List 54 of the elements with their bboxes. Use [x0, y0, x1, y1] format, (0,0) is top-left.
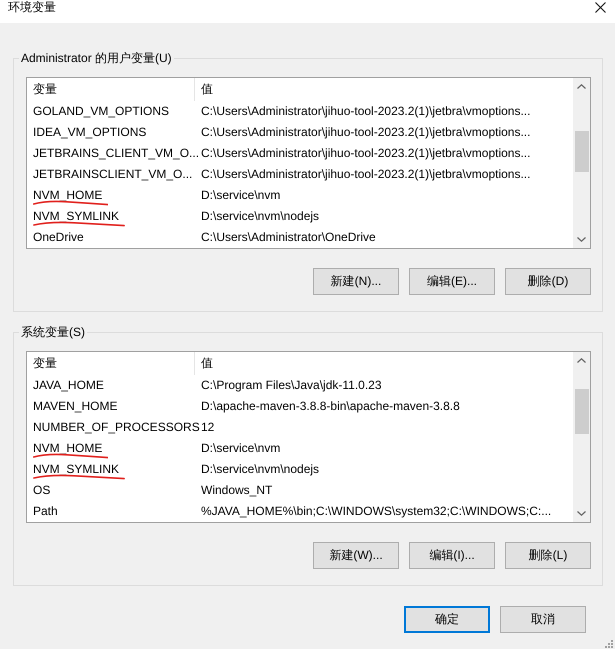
dialog-button[interactable]: 取消 [500, 606, 586, 633]
variable-value: Windows_NT [201, 483, 272, 497]
action-button[interactable]: 新建(N)... [313, 268, 399, 295]
chevron-down-icon[interactable] [577, 511, 586, 516]
variable-name: NVM_SYMLINK [33, 209, 120, 223]
window-title: 环境变量 [8, 0, 56, 14]
close-icon [595, 2, 606, 13]
close-button[interactable] [595, 2, 606, 13]
variable-value: D:\service\nvm [201, 441, 280, 455]
scrollbar-thumb[interactable] [574, 131, 588, 172]
variable-value: C:\Program Files\Java\jdk-11.0.23 [201, 378, 382, 392]
scrollbar[interactable] [573, 352, 590, 522]
action-button[interactable]: 编辑(E)... [409, 268, 495, 295]
scrollbar-thumb[interactable] [574, 389, 588, 434]
variable-value: D:\service\nvm [201, 188, 280, 202]
column-header[interactable]: 值 [195, 78, 573, 101]
variable-value: D:\service\nvm\nodejs [201, 462, 320, 476]
variable-name: NVM_HOME [33, 188, 102, 202]
variable-name: NVM_SYMLINK [33, 462, 120, 476]
scrollbar[interactable] [573, 78, 590, 248]
variable-value: 12 [201, 420, 214, 434]
variable-value: C:\Users\Administrator\jihuo-tool-2023.2(1)\jetbra\vmoptions... [201, 146, 530, 160]
variable-name: MAVEN_HOME [33, 399, 118, 413]
column-header[interactable]: 值 [195, 352, 573, 375]
variable-value: D:\apache-maven-3.8.8-bin\apache-maven-3.8.8 [201, 399, 460, 413]
action-button[interactable]: 新建(W)... [313, 542, 399, 569]
chevron-up-icon[interactable] [577, 358, 586, 363]
variable-value: C:\Users\Administrator\OneDrive [201, 230, 376, 244]
variable-name: IDEA_VM_OPTIONS [33, 125, 146, 139]
variable-name: OneDrive [33, 230, 84, 244]
column-header[interactable]: 变量 [27, 78, 195, 101]
variable-name: NVM_HOME [33, 441, 102, 455]
variable-value: C:\Users\Administrator\jihuo-tool-2023.2(1)\jetbra\vmoptions... [201, 125, 530, 139]
default-button[interactable]: 确定 [404, 606, 490, 633]
variable-name: NUMBER_OF_PROCESSORS [33, 420, 200, 434]
chevron-down-icon[interactable] [577, 237, 586, 242]
variable-name: OS [33, 483, 50, 497]
variable-value: C:\Users\Administrator\jihuo-tool-2023.2(1)\jetbra\vmoptions... [201, 167, 530, 181]
variable-name: JETBRAINSCLIENT_VM_O... [33, 167, 192, 181]
variable-value: %JAVA_HOME%\bin;C:\WINDOWS\system32;C:\WINDOWS;C:... [201, 504, 552, 518]
group-label: 系统变量(S) [20, 324, 86, 340]
variable-name: GOLAND_VM_OPTIONS [33, 104, 170, 118]
action-button[interactable]: 编辑(I)... [409, 542, 495, 569]
action-button[interactable]: 删除(L) [505, 542, 591, 569]
action-button[interactable]: 删除(D) [505, 268, 591, 295]
variable-value: C:\Users\Administrator\jihuo-tool-2023.2(1)\jetbra\vmoptions... [201, 104, 530, 118]
group-label: Administrator 的用户变量(U) [20, 50, 173, 66]
column-header[interactable]: 变量 [27, 352, 195, 375]
variable-name: Path [33, 504, 58, 518]
variable-name: JAVA_HOME [33, 378, 104, 392]
resize-grip-icon[interactable] [605, 640, 613, 648]
chevron-up-icon[interactable] [577, 84, 586, 89]
variable-value: D:\service\nvm\nodejs [201, 209, 320, 223]
variable-name: JETBRAINS_CLIENT_VM_O... [33, 146, 200, 160]
